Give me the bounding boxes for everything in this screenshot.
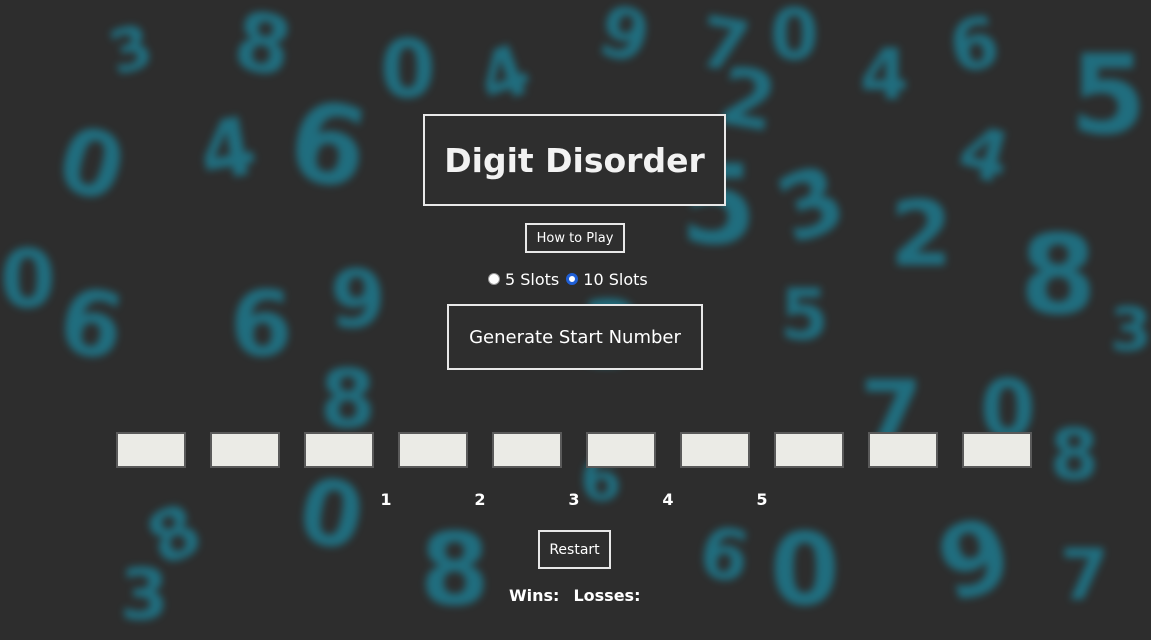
digit-slot-6[interactable] [586,432,656,468]
background-digit-11: 0 [47,105,136,224]
background-digit-32: 6 [693,510,756,600]
number-label-2: 2 [474,490,486,509]
background-digit-13: 6 [279,75,378,215]
background-digit-15: 3 [763,144,859,265]
number-label-3: 3 [568,490,580,509]
digit-slot-3[interactable] [304,432,374,468]
background-digit-7: 0 [770,0,819,76]
digit-slot-7[interactable] [680,432,750,468]
background-digit-20: 6 [51,267,132,382]
digit-slot-9[interactable] [868,432,938,468]
generate-start-number-button[interactable]: Generate Start Number [447,304,703,370]
background-digit-2: 8 [227,0,299,96]
background-digit-5: 9 [590,0,659,81]
page-title: Digit Disorder [444,140,705,180]
digit-slot-2[interactable] [210,432,280,468]
wins-label: Wins: [509,586,560,605]
game-page: 380492056404653274869635370808860973806 … [0,0,1151,640]
radio-5-slots-label[interactable]: 5 Slots [505,270,559,289]
how-to-play-button[interactable]: How to Play [525,223,625,253]
title-box: Digit Disorder [423,114,726,206]
background-digit-17: 7 [693,0,756,90]
background-digit-4: 4 [467,28,542,122]
number-label-4: 4 [662,490,674,509]
background-digit-33: 0 [770,511,840,628]
restart-button[interactable]: Restart [538,530,611,569]
background-digit-3: 0 [380,23,436,116]
slot-count-selector: 5 Slots 10 Slots [488,268,655,290]
background-digit-22: 6 [230,272,293,377]
background-digit-19: 8 [1020,211,1097,339]
background-digit-16: 2 [890,182,953,287]
score-display: Wins: Losses: [509,586,640,605]
background-digit-8: 5 [1070,31,1147,159]
background-digit-37: 8 [1050,414,1099,496]
background-digit-25: 3 [1110,295,1151,365]
background-digit-29: 0 [291,457,372,572]
radio-10-slots[interactable] [566,273,579,285]
background-digit-1: 3 [101,10,161,90]
number-label-1: 1 [380,490,392,509]
background-digit-12: 4 [192,98,264,201]
background-digit-21: 9 [330,253,386,346]
digit-slot-10[interactable] [962,432,1032,468]
number-label-5: 5 [756,490,768,509]
background-digit-34: 9 [925,494,1024,626]
digit-slot-4[interactable] [398,432,468,468]
background-digit-36: 3 [120,554,169,636]
background-digit-35: 7 [1060,534,1109,616]
background-digit-9: 6 [943,0,1006,90]
background-digit-18: 4 [950,109,1019,201]
background-digit-30: 8 [420,511,490,628]
background-digit-38: 0 [0,233,56,326]
radio-10-slots-label[interactable]: 10 Slots [583,270,647,289]
background-digit-24: 5 [780,274,829,356]
digit-slot-5[interactable] [492,432,562,468]
digit-slot-8[interactable] [774,432,844,468]
background-digit-31: 8 [134,487,214,583]
background-digit-10: 4 [860,34,909,116]
background-digit-28: 8 [320,353,376,446]
losses-label: Losses: [573,586,641,605]
radio-5-slots[interactable] [488,273,500,285]
digit-slot-1[interactable] [116,432,186,468]
